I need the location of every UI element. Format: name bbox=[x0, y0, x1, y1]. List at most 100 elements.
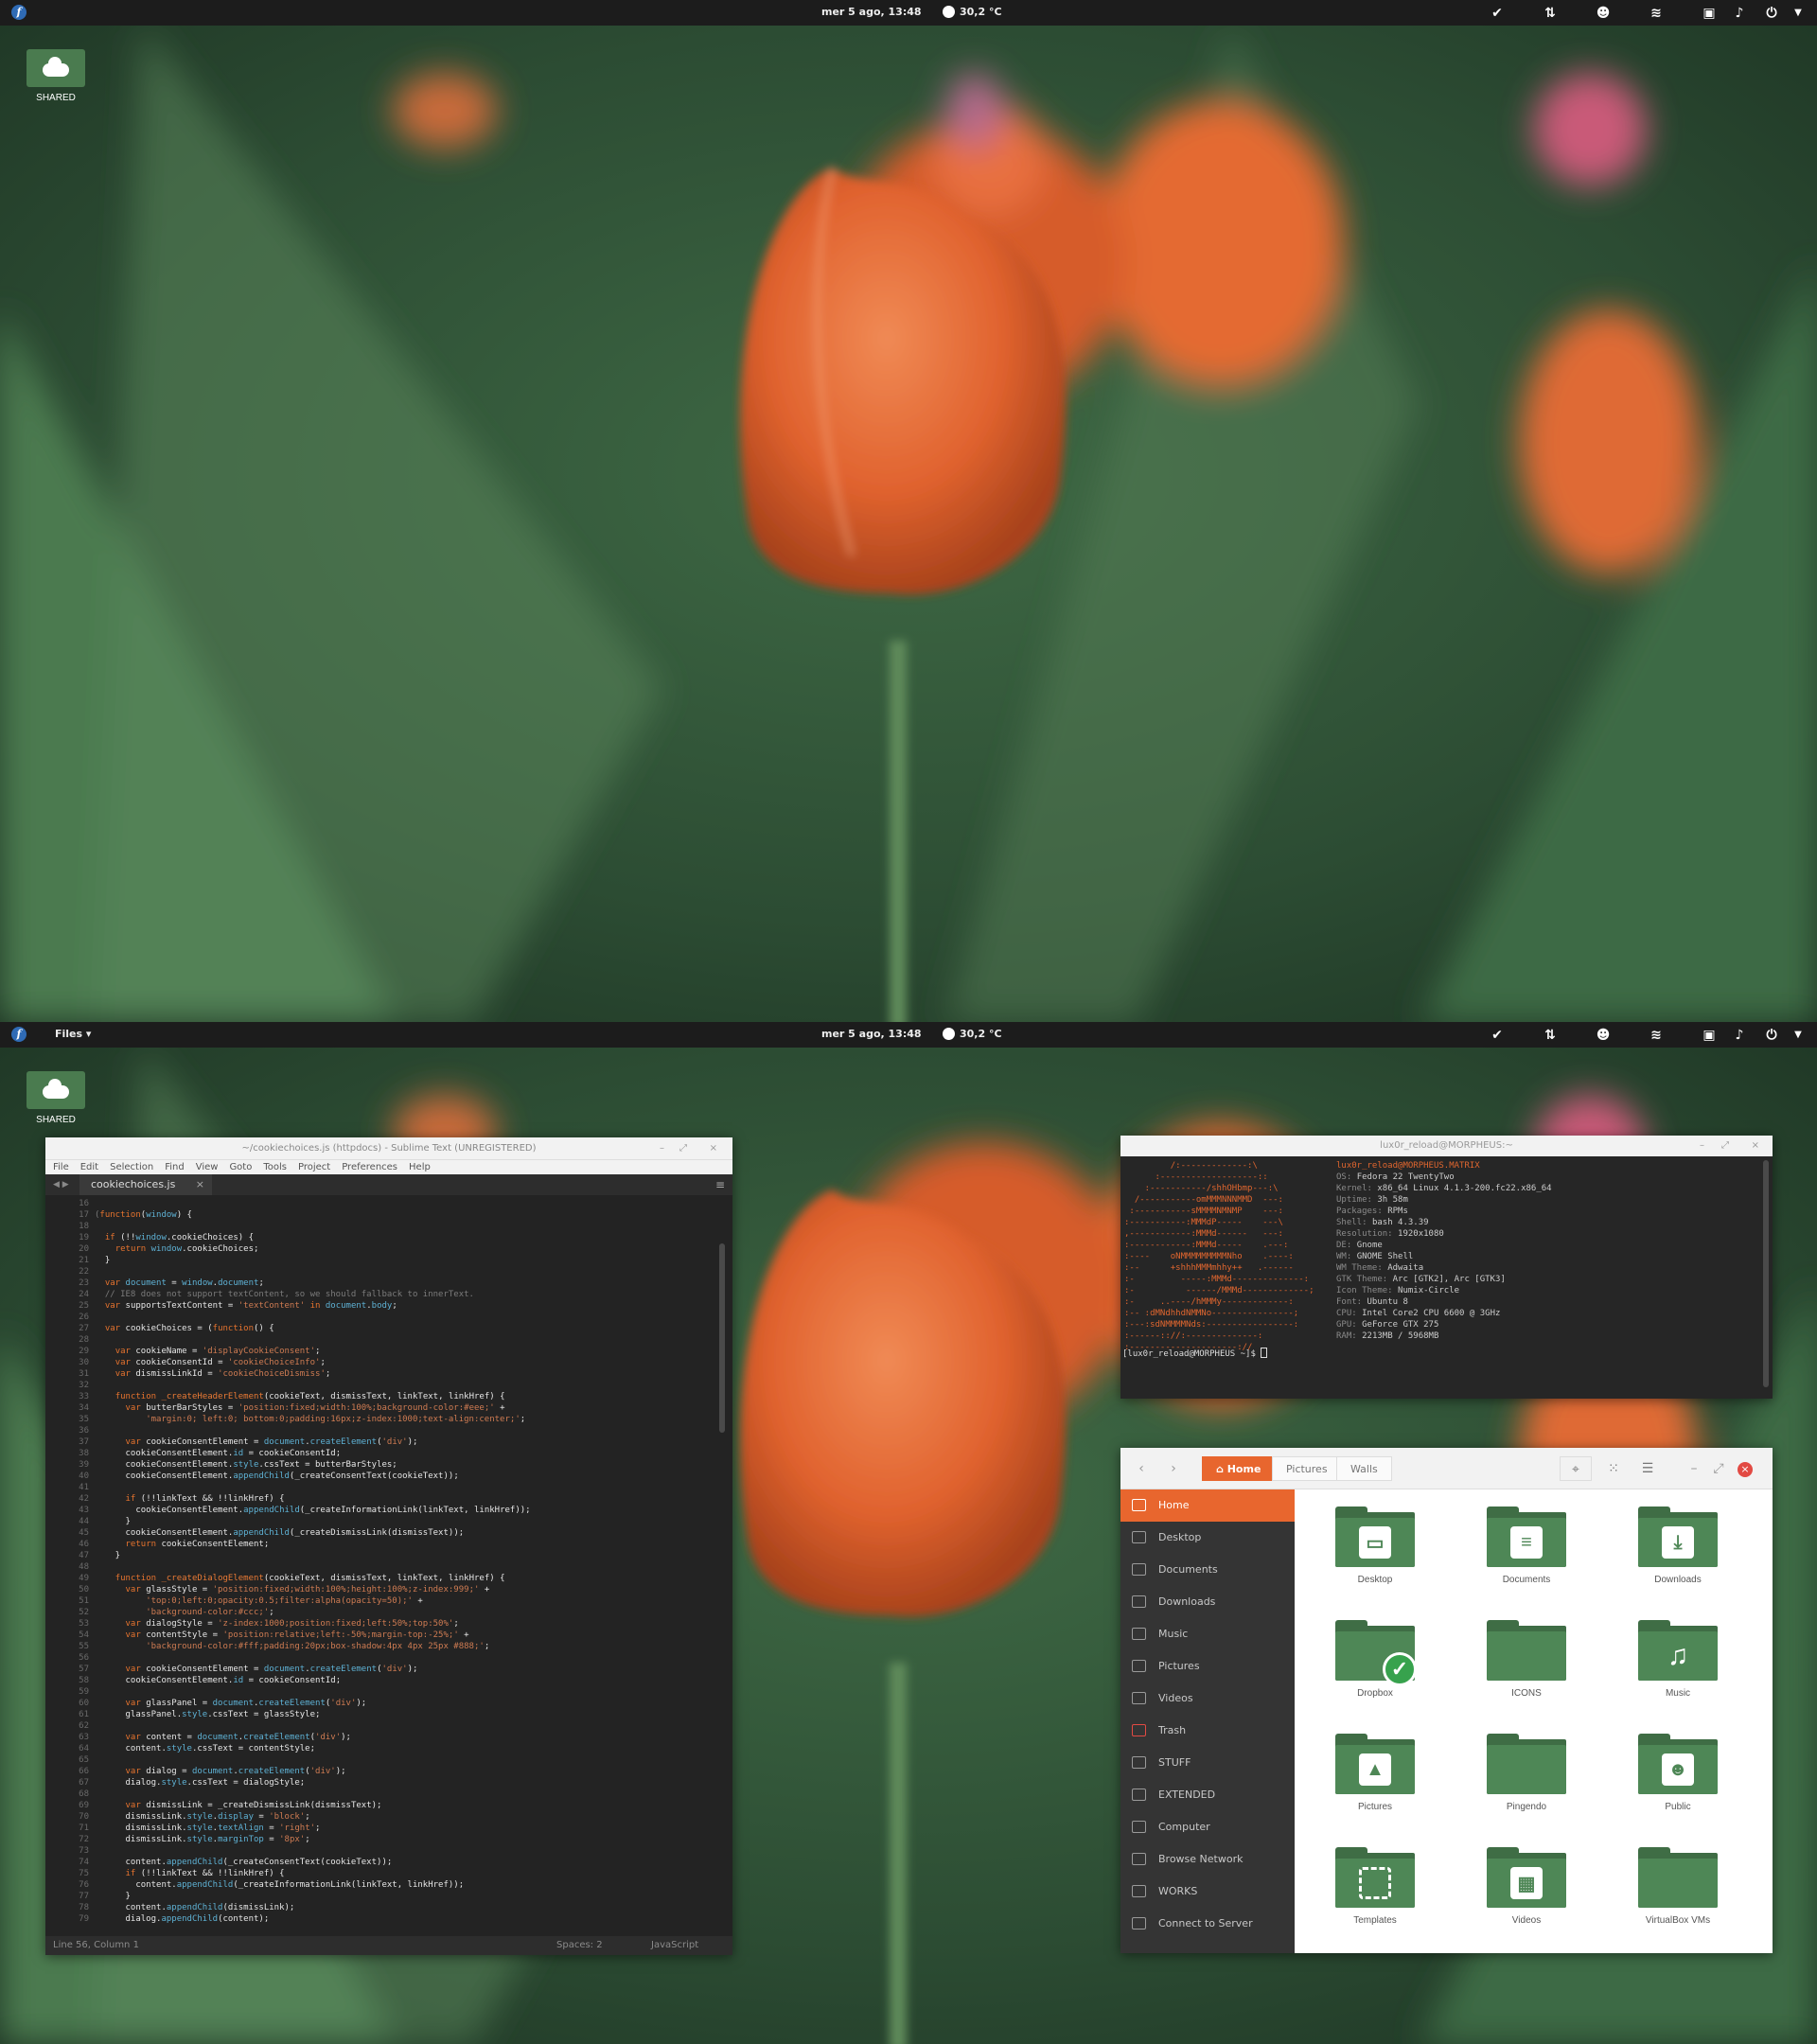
volume-icon[interactable]: ♪ bbox=[1730, 1025, 1749, 1045]
sidebar-item-extended[interactable]: EXTENDED bbox=[1120, 1779, 1295, 1811]
sidebar-item-home[interactable]: Home bbox=[1120, 1489, 1295, 1522]
dropbox-icon[interactable]: ▣ bbox=[1700, 1025, 1719, 1045]
todo-icon[interactable]: ✔ bbox=[1488, 1025, 1507, 1045]
rss-icon[interactable]: ≋ bbox=[1647, 1025, 1666, 1045]
folder-documents[interactable]: ≡ Documents bbox=[1474, 1507, 1579, 1585]
breadcrumb-walls[interactable]: Walls bbox=[1336, 1456, 1392, 1481]
minimize-button[interactable]: – bbox=[660, 1137, 664, 1159]
sidebar-item-stuff[interactable]: STUFF bbox=[1120, 1747, 1295, 1779]
folder-pictures[interactable]: ▲ Pictures bbox=[1323, 1734, 1427, 1812]
menu-tools[interactable]: Tools bbox=[263, 1162, 287, 1172]
close-button[interactable]: × bbox=[710, 1137, 717, 1159]
view-grid-icon[interactable]: ⁙ bbox=[1599, 1456, 1628, 1481]
maximize-button[interactable]: ⤢ bbox=[679, 1137, 687, 1159]
chevron-down-icon[interactable]: ▼ bbox=[1789, 3, 1808, 23]
fedora-icon[interactable]: f bbox=[11, 5, 26, 20]
editor-scrollbar[interactable] bbox=[719, 1243, 725, 1433]
menu-preferences[interactable]: Preferences bbox=[342, 1162, 397, 1172]
sidebar-item-videos[interactable]: Videos bbox=[1120, 1683, 1295, 1715]
menu-goto[interactable]: Goto bbox=[229, 1162, 252, 1172]
menu-icon[interactable]: ☰ bbox=[1633, 1456, 1662, 1481]
dropbox-icon[interactable]: ▣ bbox=[1700, 3, 1719, 23]
drive-icon bbox=[1132, 1756, 1146, 1769]
clock[interactable]: mer 5 ago, 13:48 bbox=[821, 1028, 922, 1040]
minimize-button[interactable]: – bbox=[1685, 1456, 1703, 1481]
terminal-user-host: lux0r_reload@MORPHEUS.MATRIX bbox=[1336, 1161, 1480, 1171]
folder-desktop[interactable]: ▭ Desktop bbox=[1323, 1507, 1427, 1585]
menu-edit[interactable]: Edit bbox=[80, 1162, 98, 1172]
terminal-scrollbar[interactable] bbox=[1763, 1160, 1769, 1387]
menu-help[interactable]: Help bbox=[409, 1162, 431, 1172]
sidebar-item-browse-network[interactable]: Browse Network bbox=[1120, 1843, 1295, 1876]
desktop-shared-folder[interactable]: SHARED bbox=[26, 1071, 85, 1125]
menu-file[interactable]: File bbox=[53, 1162, 69, 1172]
sidebar-item-trash[interactable]: Trash bbox=[1120, 1715, 1295, 1747]
desktop-shared-folder[interactable]: SHARED bbox=[26, 49, 85, 103]
maximize-button[interactable]: ⤢ bbox=[1709, 1456, 1728, 1481]
location-icon[interactable]: ⌖ bbox=[1560, 1456, 1592, 1481]
rss-icon[interactable]: ≋ bbox=[1647, 3, 1666, 23]
sidebar-item-pictures[interactable]: Pictures bbox=[1120, 1650, 1295, 1683]
menu-project[interactable]: Project bbox=[298, 1162, 330, 1172]
folder-virtualbox-vms[interactable]: VirtualBox VMs bbox=[1626, 1847, 1730, 1926]
sidebar-item-computer[interactable]: Computer bbox=[1120, 1811, 1295, 1843]
clipboard-icon[interactable]: ⇅ bbox=[1541, 1025, 1560, 1045]
folder-downloads[interactable]: ⤓ Downloads bbox=[1626, 1507, 1730, 1585]
fedora-icon[interactable]: f bbox=[11, 1027, 26, 1042]
folder-dropbox[interactable]: ✓ Dropbox bbox=[1323, 1620, 1427, 1699]
desktop-shared-label: SHARED bbox=[36, 93, 76, 103]
sidebar-item-works[interactable]: WORKS bbox=[1120, 1876, 1295, 1908]
back-button[interactable]: ‹ bbox=[1126, 1456, 1156, 1481]
chevron-down-icon[interactable]: ▼ bbox=[1789, 1025, 1808, 1045]
folder-videos[interactable]: ▦ Videos bbox=[1474, 1847, 1579, 1926]
window-titlebar[interactable]: lux0r_reload@MORPHEUS:~ – ⤢ × bbox=[1120, 1136, 1773, 1156]
weather-indicator[interactable]: 30,2 °C bbox=[943, 6, 1002, 18]
window-titlebar[interactable]: ~/cookiechoices.js (httpdocs) - Sublime … bbox=[45, 1137, 732, 1159]
power-icon[interactable]: ⏻ bbox=[1762, 3, 1781, 23]
todo-icon[interactable]: ✔ bbox=[1488, 3, 1507, 23]
forward-button[interactable]: › bbox=[1158, 1456, 1189, 1481]
desktop-icon: ▭ bbox=[1359, 1526, 1391, 1559]
sidebar-item-downloads[interactable]: Downloads bbox=[1120, 1586, 1295, 1618]
tab-nav-arrows-icon[interactable]: ◀ ▶ bbox=[53, 1180, 69, 1189]
status-syntax[interactable]: JavaScript bbox=[651, 1936, 698, 1955]
tab-cookiechoices[interactable]: cookiechoices.js × bbox=[79, 1174, 212, 1195]
folder-music[interactable]: ♫ Music bbox=[1626, 1620, 1730, 1699]
file-grid: ▭ Desktop ≡ Documents ⤓ Downloads ✓ Drop… bbox=[1295, 1489, 1773, 1953]
status-position: Line 56, Column 1 bbox=[53, 1940, 139, 1950]
weather-indicator[interactable]: 30,2 °C bbox=[943, 1028, 1002, 1040]
sidebar-item-connect-to-server[interactable]: Connect to Server bbox=[1120, 1908, 1295, 1940]
clock[interactable]: mer 5 ago, 13:48 bbox=[821, 6, 922, 18]
files-headerbar[interactable]: ‹ › ⌂ Home Pictures Walls ⌖ ⁙ ☰ – ⤢ × bbox=[1120, 1448, 1773, 1489]
maximize-button[interactable]: ⤢ bbox=[1721, 1136, 1729, 1156]
sidebar-item-music[interactable]: Music bbox=[1120, 1618, 1295, 1650]
volume-icon[interactable]: ♪ bbox=[1730, 3, 1749, 23]
power-icon[interactable]: ⏻ bbox=[1762, 1025, 1781, 1045]
minimize-button[interactable]: – bbox=[1700, 1136, 1704, 1156]
terminal-prompt[interactable]: [lux0r_reload@MORPHEUS ~]$ bbox=[1122, 1348, 1268, 1360]
sidebar-item-documents[interactable]: Documents bbox=[1120, 1554, 1295, 1586]
code-editor[interactable]: 16 17 18 19 20 21 22 23 24 25 26 27 28 2… bbox=[45, 1196, 732, 1936]
check-icon: ✓ bbox=[1383, 1652, 1417, 1686]
system-info: lux0r_reload@MORPHEUS.MATRIX OS: Fedora … bbox=[1336, 1161, 1552, 1341]
breadcrumb-pictures[interactable]: Pictures bbox=[1272, 1456, 1342, 1481]
menu-find[interactable]: Find bbox=[165, 1162, 185, 1172]
status-indentation[interactable]: Spaces: 2 bbox=[556, 1936, 603, 1955]
app-menu-files[interactable]: Files ▾ bbox=[55, 1028, 91, 1040]
folder-templates[interactable]: Templates bbox=[1323, 1847, 1427, 1926]
menu-selection[interactable]: Selection bbox=[110, 1162, 153, 1172]
chat-icon[interactable]: ☻ bbox=[1594, 3, 1613, 23]
close-button[interactable]: × bbox=[1752, 1136, 1759, 1156]
folder-pingendo[interactable]: Pingendo bbox=[1474, 1734, 1579, 1812]
menu-view[interactable]: View bbox=[196, 1162, 219, 1172]
folder-public[interactable]: ☻ Public bbox=[1626, 1734, 1730, 1812]
clipboard-icon[interactable]: ⇅ bbox=[1541, 3, 1560, 23]
folder-icons[interactable]: ICONS bbox=[1474, 1620, 1579, 1699]
tab-close-icon[interactable]: × bbox=[196, 1174, 204, 1195]
breadcrumb-home[interactable]: ⌂ Home bbox=[1202, 1456, 1276, 1481]
close-button[interactable]: × bbox=[1738, 1462, 1753, 1477]
chat-icon[interactable]: ☻ bbox=[1594, 1025, 1613, 1045]
sidebar-item-desktop[interactable]: Desktop bbox=[1120, 1522, 1295, 1554]
tab-menu-icon[interactable]: ≡ bbox=[715, 1178, 725, 1191]
terminal-output[interactable]: /:-------------:\ :-------------------::… bbox=[1120, 1156, 1773, 1399]
